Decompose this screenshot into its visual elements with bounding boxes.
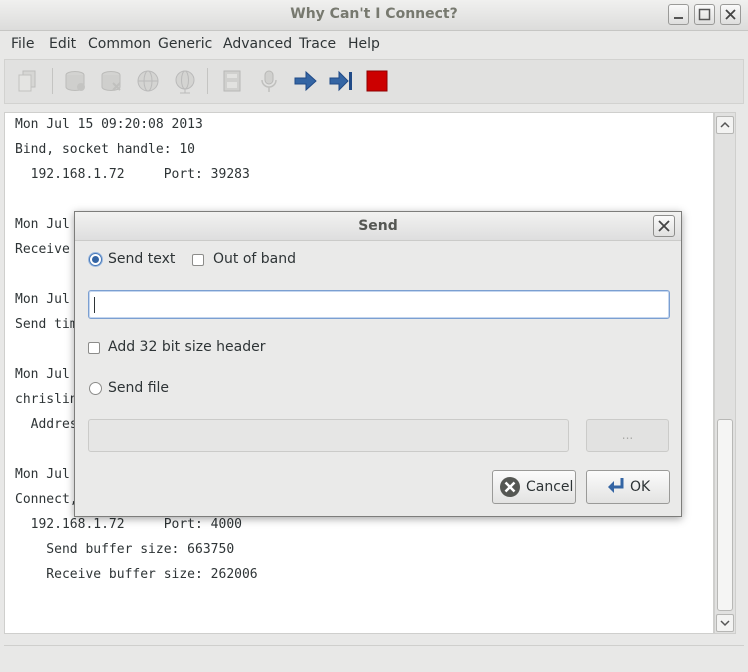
maximize-icon [698,8,711,21]
log-line: Mon Jul [15,292,70,307]
close-icon [725,9,736,20]
menu-trace[interactable]: Trace [299,36,336,52]
log-line: Send buffer size: 663750 [15,542,235,557]
log-line: Receive buffer size: 262006 [15,567,258,582]
log-line: Mon Jul [15,367,70,382]
menu-advanced[interactable]: Advanced [223,36,292,52]
log-line: chrislin [15,392,78,407]
ok-label: OK [630,479,651,495]
toolbar-separator [207,68,208,94]
send-file-radio[interactable] [89,382,102,395]
menubar: File Edit Common Generic Advanced Trace … [0,31,748,57]
out-of-band-checkbox[interactable] [192,254,204,266]
toolbar [4,59,744,104]
cancel-icon [500,477,520,497]
out-of-band-label[interactable]: Out of band [213,251,296,267]
scroll-thumb[interactable] [717,419,733,611]
text-caret [94,297,95,313]
menu-help[interactable]: Help [348,36,380,52]
send-dialog: Send Send text Out of band Add 32 bit si… [74,211,682,517]
log-line: Bind, socket handle: 10 [15,142,196,157]
chevron-down-icon [720,620,730,627]
scroll-down-button[interactable] [716,614,734,632]
cancel-button[interactable]: Cancel [492,470,576,504]
globe-icon[interactable] [172,68,198,94]
send-text-radio[interactable] [89,253,102,266]
send-file-label[interactable]: Send file [108,380,169,396]
size-header-checkbox[interactable] [88,342,100,354]
microphone-icon[interactable] [256,68,282,94]
log-line: Mon Jul [15,467,70,482]
ok-button[interactable]: OK [586,470,670,504]
dialog-title: Send [358,218,398,234]
browse-button[interactable]: ... [586,419,669,452]
database-icon[interactable] [98,68,124,94]
close-icon [658,220,670,232]
file-path-input[interactable] [88,419,569,452]
stop-icon[interactable] [364,68,390,94]
dialog-close-button[interactable] [653,215,675,237]
log-line: Mon Jul 15 09:20:08 2013 [15,117,203,132]
minimize-icon [674,17,683,19]
log-line: Send tim [15,317,78,332]
scroll-up-button[interactable] [716,116,734,134]
menu-generic[interactable]: Generic [158,36,212,52]
cancel-label: Cancel [526,479,574,495]
send-text-label[interactable]: Send text [108,251,175,267]
maximize-button[interactable] [694,4,715,25]
dialog-titlebar: Send [75,212,681,241]
globe-icon[interactable] [135,68,161,94]
log-line: Receive [15,242,70,257]
window-close-button[interactable] [720,4,741,25]
enter-icon [608,478,624,493]
menu-edit[interactable]: Edit [49,36,76,52]
log-line: Addres [15,417,78,432]
log-line: 192.168.1.72 Port: 39283 [15,167,250,182]
status-bar [4,645,744,670]
log-line: Mon Jul [15,217,70,232]
menu-file[interactable]: File [11,36,34,52]
log-line: 192.168.1.72 Port: 4000 [15,517,242,532]
minimize-button[interactable] [668,4,689,25]
send-text-input[interactable] [88,290,670,319]
step-forward-icon[interactable] [328,68,354,94]
menu-common[interactable]: Common [88,36,151,52]
size-header-label[interactable]: Add 32 bit size header [108,339,265,355]
log-line: Connect, [15,492,78,507]
window-title: Why Can't I Connect? [290,6,458,22]
copy-icon[interactable] [15,68,41,94]
database-icon[interactable] [62,68,88,94]
vertical-scrollbar[interactable] [714,112,736,634]
arrow-right-icon[interactable] [292,68,318,94]
disk-icon[interactable] [219,68,245,94]
chevron-up-icon [720,121,730,128]
toolbar-separator [52,68,53,94]
window-titlebar: Why Can't I Connect? [0,0,748,31]
